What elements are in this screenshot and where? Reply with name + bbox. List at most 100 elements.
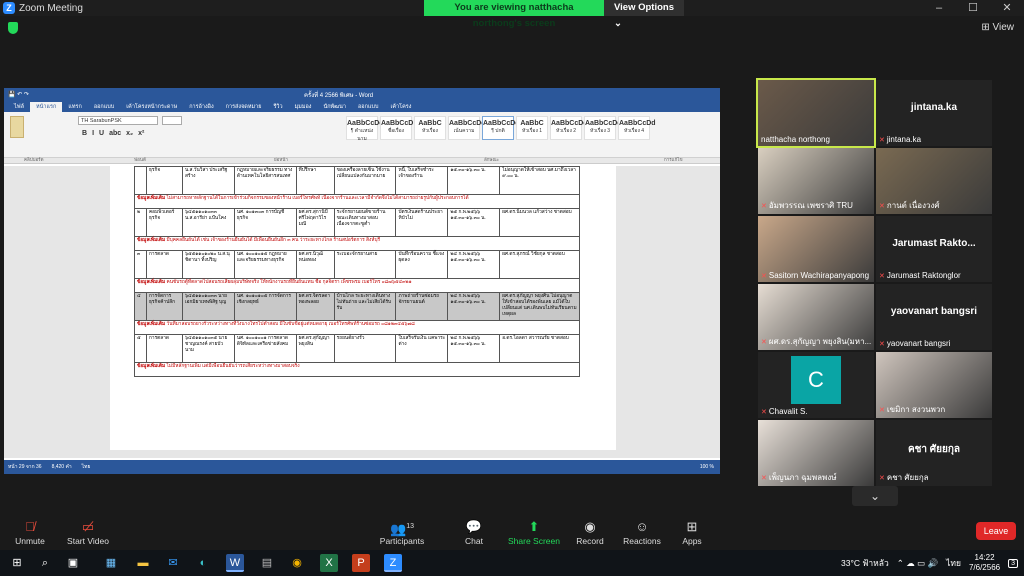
participant-tile[interactable]: ✕ เขมิกา สงวนพวก xyxy=(876,352,992,418)
font-name-box: TH SarabunPSK xyxy=(78,116,158,125)
gallery-next-page-button[interactable]: ⌄ xyxy=(852,486,898,506)
word-tab[interactable]: การส่งจดหมาย xyxy=(220,102,268,112)
format-button[interactable]: I xyxy=(92,130,94,137)
clock[interactable]: 14:22 7/6/2566 xyxy=(969,553,1000,573)
muted-mic-icon: ✕ xyxy=(879,340,885,348)
format-button[interactable]: abc xyxy=(109,130,121,137)
weather-widget[interactable]: 33°C ฟ้าหลัว xyxy=(841,556,889,570)
note-cell: ข้อมูลเพิ่มเติม ไม่สามารถหาหลักฐานได้ในก… xyxy=(134,194,580,209)
view-button[interactable]: ⊞ View xyxy=(981,22,1014,33)
word-tab[interactable]: หน้าแรก xyxy=(30,102,63,112)
word-app-icon[interactable]: W xyxy=(226,554,244,572)
muted-mic-icon: ✕ xyxy=(761,408,767,416)
unmute-button[interactable]: 🎙̸ Unmute xyxy=(0,518,60,546)
participant-tile[interactable]: C ✕ Chavalit S. xyxy=(758,352,874,418)
table-cell: ๖๔๕๑๑๐๑๐๓๕ นายชาญณรงค์ สายบัวนาม xyxy=(181,334,235,363)
participant-name-label: ✕ เพ็ญนภา ฉุมพลพงษ์ xyxy=(761,471,837,484)
participant-name-label: natthacha northong xyxy=(761,135,830,144)
style-item[interactable]: AaBbC หัวเรื่อง xyxy=(414,116,446,140)
word-tab[interactable]: รีวิว xyxy=(267,102,288,112)
participant-name-label: ✕ คชา ศัยยกุล xyxy=(879,471,929,484)
table-cell: น.ส.วันวิสา ประเสริฐสร้าง xyxy=(181,166,235,195)
input-language[interactable]: ไทย xyxy=(946,556,961,570)
table-cell: ผศ.ดร.สุกัญญา พยุงสิน xyxy=(295,334,335,363)
participant-tile[interactable]: natthacha northong xyxy=(756,78,876,148)
participant-name-label: ✕ เขมิกา สงวนพวก xyxy=(879,403,945,416)
widgets-icon[interactable]: ▦ xyxy=(102,554,120,572)
style-item[interactable]: AaBbCcDc ¶ ปกติ xyxy=(482,116,519,140)
style-item[interactable]: AaBbCcDc ¶ ตำแหน่งนาม xyxy=(346,116,384,142)
tray-icons[interactable]: ⌃ ☁ ▭ 🔊 xyxy=(897,558,938,569)
word-tab[interactable]: เค้าโครง xyxy=(384,102,417,112)
table-cell: คอมพิวเตอร์ธุรกิจ xyxy=(145,208,183,237)
participant-tile[interactable]: Jarumast Rakto... ✕ Jarumast Raktonglor xyxy=(876,216,992,282)
maximize-button[interactable]: ☐ xyxy=(956,0,990,16)
format-button[interactable]: B xyxy=(82,130,87,137)
style-item[interactable]: AaBbCcDc เน้นความ xyxy=(448,116,485,140)
chat-button[interactable]: 💬 Chat xyxy=(444,518,504,546)
mail-icon[interactable]: ✉ xyxy=(164,554,182,572)
word-tab[interactable]: ไฟล์ xyxy=(8,102,30,112)
record-button[interactable]: ◉ Record xyxy=(560,518,620,546)
word-tab[interactable]: ออกแบบ xyxy=(88,102,120,112)
participant-tile[interactable]: ✕ เพ็ญนภา ฉุมพลพงษ์ xyxy=(758,420,874,486)
file-explorer-icon[interactable]: ▬ xyxy=(134,554,152,572)
windows-start-icon[interactable]: ⊞ xyxy=(8,554,26,572)
note-text: คนขับรถตู้ที่ตลาดไปสอนรถเสียผลุ่มบริษัทจ… xyxy=(166,280,412,285)
table-row: ๓การตลาด ๖๕๕๑๑๐๑๐๒๐ น.ส.นุชิดานา ทิ้งปริญ… xyxy=(134,250,580,279)
style-item[interactable]: AaBbCcDd หัวเรื่อง 4 xyxy=(618,116,656,140)
participant-tile[interactable]: ✕ Sasitorn Wachirapanyapong xyxy=(758,216,874,282)
zoom-app-icon[interactable]: Z xyxy=(384,554,402,572)
participant-tile[interactable]: ✕ ผศ.ดร.สุกัญญา พยุงสิน(มหา... xyxy=(758,284,874,350)
powerpoint-app-icon[interactable]: P xyxy=(352,554,370,572)
word-tab[interactable]: แทรก xyxy=(62,102,87,112)
task-view-icon[interactable]: ▣ xyxy=(64,554,82,572)
style-item[interactable]: AaBbCcDd หัวเรื่อง 3 xyxy=(584,116,622,140)
participant-tile[interactable]: ✕ กานต์ เนื่องวงศ์ xyxy=(876,148,992,214)
muted-mic-icon: ✕ xyxy=(879,272,885,280)
leave-button[interactable]: Leave xyxy=(976,522,1016,540)
edge-icon[interactable]: ◐ xyxy=(194,554,212,572)
record-icon: ◉ xyxy=(584,519,596,534)
security-shield-icon[interactable] xyxy=(8,22,18,34)
participant-tile[interactable]: คชา ศัยยกุล ✕ คชา ศัยยกุล xyxy=(876,420,992,486)
word-tab[interactable]: การอ้างอิง xyxy=(183,102,219,112)
table-cell: ใบเสร็จรับเงิน แคพาระต่าง xyxy=(395,334,449,363)
participant-tile[interactable]: jintana.ka ✕ jintana.ka xyxy=(876,80,992,146)
style-item[interactable]: AaBbCcDc หัวเรื่อง 2 xyxy=(550,116,588,140)
word-tab[interactable]: นักพัฒนา xyxy=(317,102,352,112)
store-icon[interactable]: ▤ xyxy=(258,554,276,572)
style-item[interactable]: AaBbC หัวเรื่อง 1 xyxy=(516,116,548,140)
format-button[interactable]: x² xyxy=(138,130,144,137)
font-size-box xyxy=(162,116,182,125)
word-tab[interactable]: ออกแบบ xyxy=(352,102,384,112)
style-sample: AaBbCcDc xyxy=(347,120,384,127)
share-screen-button[interactable]: ⬆ Share Screen xyxy=(504,518,564,546)
muted-mic-icon: ✕ xyxy=(879,202,885,210)
apps-button[interactable]: ⊞ Apps xyxy=(662,518,722,546)
clock-time: 14:22 xyxy=(974,553,995,562)
start-video-button[interactable]: ▭̸ Start Video xyxy=(58,518,118,546)
word-tab[interactable]: เค้าโครงหน้ากระดาษ xyxy=(120,102,183,112)
language: ไทย xyxy=(81,464,91,470)
notification-count[interactable]: 3 xyxy=(1008,558,1018,568)
note-row: ข้อมูลเพิ่มเติม คนขับรถตู้ที่ตลาดไปสอนรถ… xyxy=(134,278,580,293)
participant-tile[interactable]: yaovanart bangsri ✕ yaovanart bangsri xyxy=(876,284,992,350)
format-button[interactable]: U xyxy=(99,130,104,137)
participant-display-name: yaovanart bangsri xyxy=(890,306,978,317)
minimize-button[interactable]: – xyxy=(922,0,956,16)
participant-tile[interactable]: ✕ อัมพวรรณ เพชราศิ TRU xyxy=(758,148,874,214)
table-cell: บ้านไกล ระยะทางเดินทางไม่ทันถ่าย และไม่เ… xyxy=(333,292,397,321)
close-button[interactable]: ✕ xyxy=(990,0,1024,16)
word-status-bar: หน้า 29 จาก 36 8,420 คำ ไทย 100 % xyxy=(4,460,720,474)
format-button[interactable]: x₂ xyxy=(126,130,133,137)
search-icon[interactable]: ⌕ xyxy=(36,554,54,572)
word-tab[interactable]: มุมมอง xyxy=(289,102,318,112)
style-item[interactable]: AaBbCcD ชื่อเรื่อง xyxy=(380,116,413,140)
excel-app-icon[interactable]: X xyxy=(320,554,338,572)
participants-button[interactable]: 👥13 Participants xyxy=(372,518,432,546)
table-cell: ภาพถ่ายร้านซ่อมรถจักรยานยนต์ xyxy=(395,292,449,321)
style-sample: AaBbCcDc xyxy=(551,120,588,127)
view-options-button[interactable]: View Options ⌄ xyxy=(604,0,684,29)
chrome-icon[interactable]: ◉ xyxy=(288,554,306,572)
